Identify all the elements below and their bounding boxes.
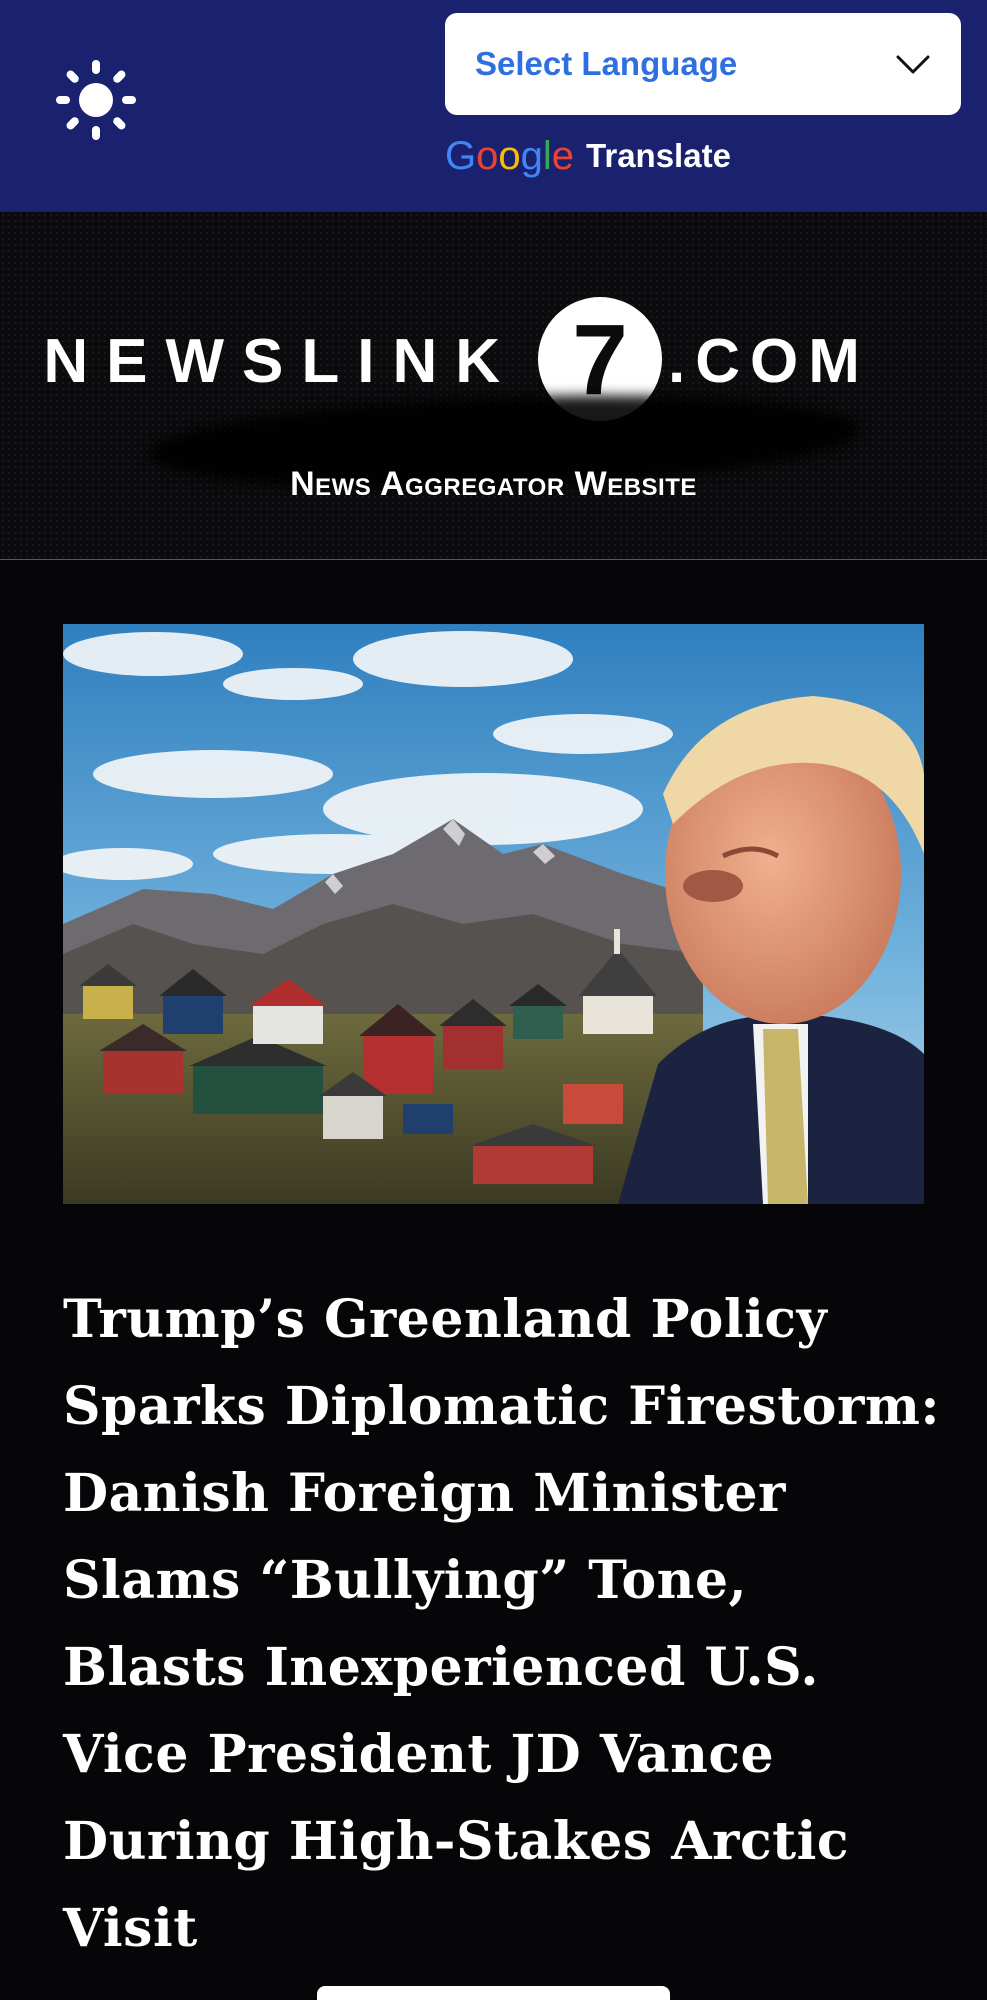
language-select[interactable]: Select Language xyxy=(445,13,961,115)
language-select-label: Select Language xyxy=(475,45,738,82)
site-name-right: .COM xyxy=(668,327,870,396)
theme-toggle-button[interactable] xyxy=(54,58,138,142)
brand-banner: NEWSLINK 7 .COM News Aggregator Website xyxy=(0,212,987,560)
site-tagline: News Aggregator Website xyxy=(290,465,697,503)
google-letter: l xyxy=(542,133,552,178)
google-letter: o xyxy=(498,133,521,178)
google-translate-branding[interactable]: Google Translate xyxy=(445,128,731,184)
google-letter: o xyxy=(476,133,499,178)
google-letter: g xyxy=(520,133,543,178)
chevron-down-icon xyxy=(896,55,930,74)
greenland-trump-photo xyxy=(63,624,924,1204)
home-indicator[interactable] xyxy=(317,1986,670,2000)
article-hero-image[interactable] xyxy=(63,624,924,1204)
site-name-left: NEWSLINK xyxy=(43,327,518,396)
google-letter: G xyxy=(445,133,477,178)
google-logo: Google xyxy=(445,134,574,179)
top-bar: Select Language Google Translate xyxy=(0,0,987,212)
sun-icon xyxy=(56,60,136,140)
article-headline[interactable]: Trump’s Greenland Policy Sparks Diplomat… xyxy=(63,1276,943,1972)
translate-label: Translate xyxy=(586,137,731,174)
google-letter: e xyxy=(551,133,575,178)
